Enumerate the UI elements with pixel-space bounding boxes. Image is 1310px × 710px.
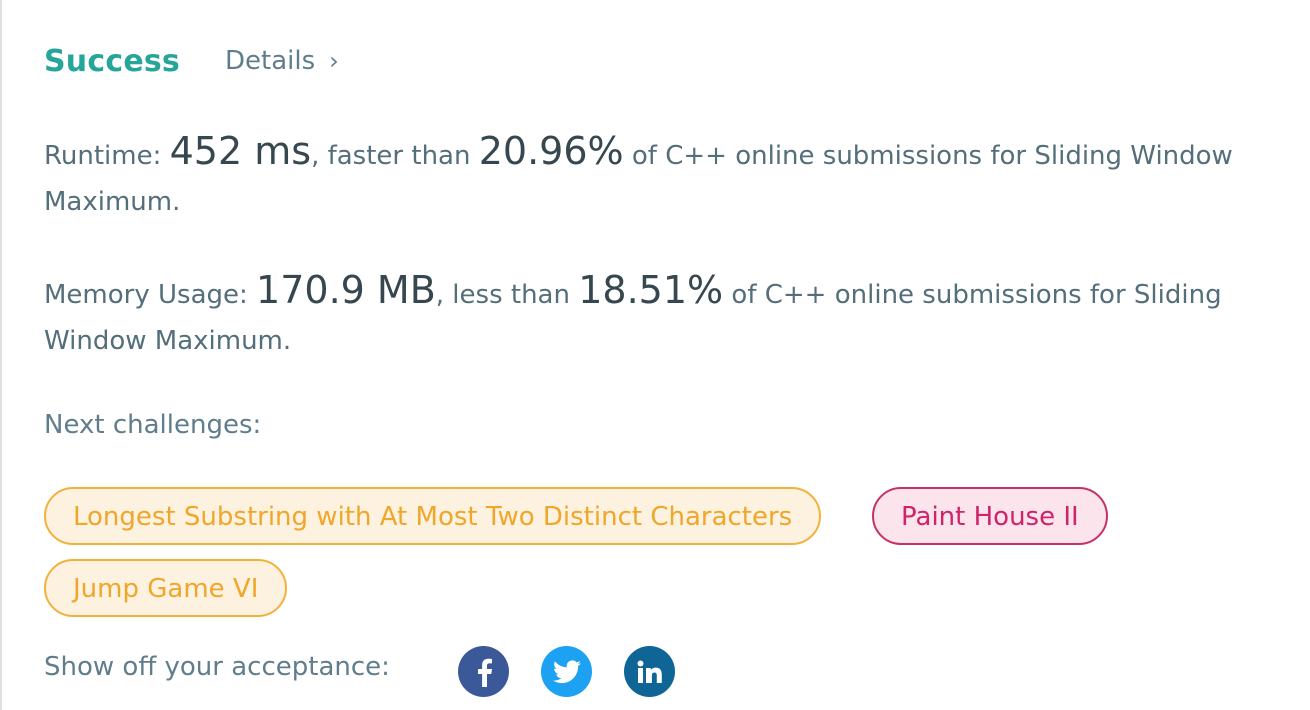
runtime-comparison: , faster than (311, 141, 471, 171)
memory-comparison: , less than (435, 280, 570, 310)
memory-value: 170.9 MB (256, 268, 436, 312)
memory-percent: 18.51% (578, 268, 724, 312)
facebook-icon[interactable] (458, 646, 509, 697)
runtime-stat: Runtime: 452 ms, faster than 20.96% of C… (44, 128, 1274, 225)
linkedin-icon[interactable] (624, 646, 675, 697)
twitter-icon[interactable] (541, 646, 592, 697)
runtime-value: 452 ms (169, 129, 312, 173)
status-label: Success (44, 43, 180, 79)
challenge-pill[interactable]: Longest Substring with At Most Two Disti… (44, 487, 822, 545)
runtime-label: Runtime: (44, 141, 162, 171)
runtime-percent: 20.96% (478, 129, 624, 173)
memory-label: Memory Usage: (44, 280, 248, 310)
left-border (0, 0, 2, 710)
memory-stat: Memory Usage: 170.9 MB, less than 18.51%… (44, 267, 1274, 364)
chevron-right-icon: › (329, 47, 339, 75)
details-link[interactable]: Details › (225, 46, 339, 76)
challenge-pill[interactable]: Jump Game VI (44, 559, 288, 617)
share-label: Show off your acceptance: (44, 652, 390, 682)
result-header: Success Details › (44, 38, 339, 84)
next-challenges-label: Next challenges: (44, 410, 262, 440)
details-label: Details (225, 46, 316, 76)
challenge-pill[interactable]: Paint House II (872, 487, 1108, 545)
